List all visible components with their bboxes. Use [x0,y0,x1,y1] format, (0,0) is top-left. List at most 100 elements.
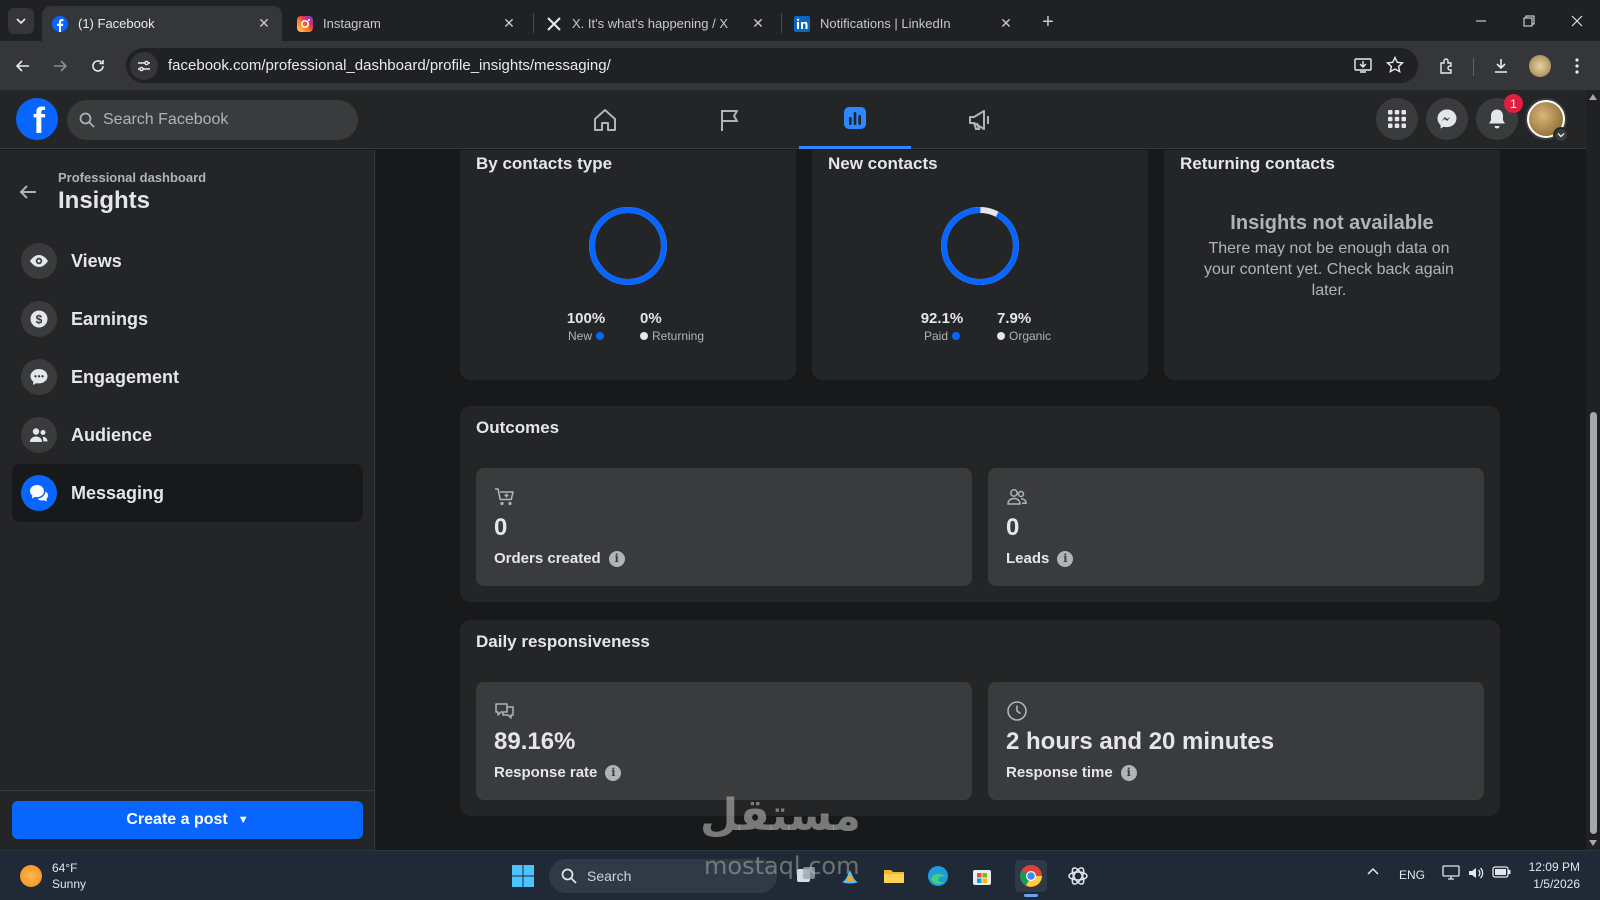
site-settings-icon[interactable] [130,51,158,80]
language-indicator[interactable]: ENG [1399,868,1425,882]
sidebar-item-engagement[interactable]: Engagement [12,348,363,406]
response-rate-value: 89.16% [494,728,576,755]
sun-icon [20,865,42,887]
info-icon[interactable]: i [608,550,625,567]
chatgpt-icon[interactable] [1062,860,1094,892]
card-title: New contacts [828,154,938,173]
weather-widget[interactable]: 64°F Sunny [20,860,86,892]
back-button[interactable] [16,180,40,204]
legend-paid: 92.1% Paid [912,310,972,343]
menu-button[interactable] [1564,53,1590,79]
nav-pages[interactable] [674,90,786,149]
nav-home[interactable] [549,90,661,149]
search-icon [561,868,577,884]
tab-separator [781,13,782,33]
insights-sidebar: Professional dashboard Insights Views $ … [0,150,375,850]
info-icon[interactable]: i [605,764,622,781]
nav-insights[interactable] [799,90,911,149]
dollar-icon: $ [21,301,57,337]
new-tab-button[interactable]: + [1036,10,1060,34]
info-icon[interactable]: i [1057,550,1074,567]
minimize-button[interactable] [1458,0,1504,41]
legend-new-label: New [556,329,616,343]
close-window-button[interactable] [1554,0,1600,41]
facebook-logo[interactable]: f [16,98,58,140]
bell-icon [1489,109,1505,129]
search-input[interactable] [103,111,333,129]
legend-paid-percent: 92.1% [920,310,964,327]
account-menu-chevron[interactable] [1553,127,1569,143]
install-app-icon[interactable] [1352,54,1374,76]
page-scrollbar[interactable] [1586,90,1600,850]
legend-organic-percent: 7.9% [997,310,1032,327]
bookmark-star-icon[interactable] [1384,54,1406,76]
sidebar-item-label: Earnings [71,308,149,329]
notification-badge: 1 [1504,94,1523,113]
tab-search-button[interactable] [8,8,34,34]
chevron-down-icon [1557,133,1565,138]
volume-icon[interactable] [1467,865,1485,881]
start-button[interactable] [507,860,539,892]
extensions-icon[interactable] [1434,53,1460,79]
outcomes-section: Outcomes 0 Orders created i 0 Leads i [460,406,1500,602]
legend-dot [952,332,961,340]
profile-avatar-image [1529,55,1551,77]
facebook-search[interactable] [67,100,358,140]
address-bar[interactable]: facebook.com/professional_dashboard/prof… [126,48,1418,83]
edge-icon[interactable] [922,860,954,892]
legend-dot [997,332,1005,340]
sidebar-item-audience[interactable]: Audience [12,406,363,464]
network-icon[interactable] [1442,865,1460,881]
reload-button[interactable] [85,53,111,79]
tab-x[interactable]: X. It's what's happening / X ✕ [536,6,776,41]
forward-button[interactable] [47,53,73,79]
system-clock[interactable]: 12:09 PM 1/5/2026 [1522,859,1580,893]
orders-created-metric: 0 Orders created i [476,468,972,586]
scroll-down-icon[interactable] [1589,840,1597,846]
tab-title: Notifications | LinkedIn [820,16,951,31]
megaphone-icon [969,109,989,130]
leads-label: Leads i [1006,550,1074,567]
sidebar-item-label: Audience [71,424,153,445]
clock-icon [1006,700,1030,724]
browser-tab-bar: (1) Facebook ✕ Instagram ✕ X. It's what'… [0,0,1600,41]
menu-grid-button[interactable] [1376,98,1418,140]
close-icon[interactable]: ✕ [256,15,272,32]
sidebar-item-earnings[interactable]: $ Earnings [12,290,363,348]
new-contacts-donut [941,206,1019,285]
chrome-icon[interactable] [1015,860,1047,892]
file-explorer-icon[interactable] [878,860,910,892]
leads-metric: 0 Leads i [988,468,1484,586]
show-hidden-icons[interactable] [1366,865,1380,879]
card-title: By contacts type [476,154,613,173]
scroll-thumb[interactable] [1590,412,1597,834]
close-icon[interactable]: ✕ [501,15,517,32]
tab-title: (1) Facebook [78,16,155,31]
info-icon[interactable]: i [1120,764,1137,781]
messenger-button[interactable] [1426,98,1468,140]
close-icon[interactable]: ✕ [750,15,766,32]
windows-start-icon [512,865,534,887]
profile-avatar[interactable] [1527,53,1553,79]
close-icon[interactable]: ✕ [998,15,1014,32]
scroll-up-icon[interactable] [1589,94,1597,100]
watermark-latin: mostaql.com [704,852,860,880]
linkedin-icon [794,15,810,32]
restore-button[interactable] [1506,0,1552,41]
download-icon[interactable] [1488,53,1514,79]
metric-label-text: Leads [1006,550,1050,567]
contacts-type-donut [589,207,667,285]
chat-outline-icon [494,700,518,724]
nav-ads[interactable] [924,90,1036,149]
tab-linkedin[interactable]: Notifications | LinkedIn ✕ [784,6,1024,41]
microsoft-store-icon[interactable] [966,860,998,892]
sidebar-item-label: Messaging [71,482,165,503]
battery-icon[interactable] [1492,865,1512,879]
back-button[interactable] [10,53,36,79]
sidebar-item-messaging[interactable]: Messaging [12,464,363,522]
tab-facebook[interactable]: (1) Facebook ✕ [42,6,282,41]
sidebar-item-views[interactable]: Views [12,232,363,290]
legend-organic: 7.9% Organic [997,310,1077,343]
create-post-button[interactable]: Create a post ▼ [12,801,363,839]
tab-instagram[interactable]: Instagram ✕ [287,6,527,41]
